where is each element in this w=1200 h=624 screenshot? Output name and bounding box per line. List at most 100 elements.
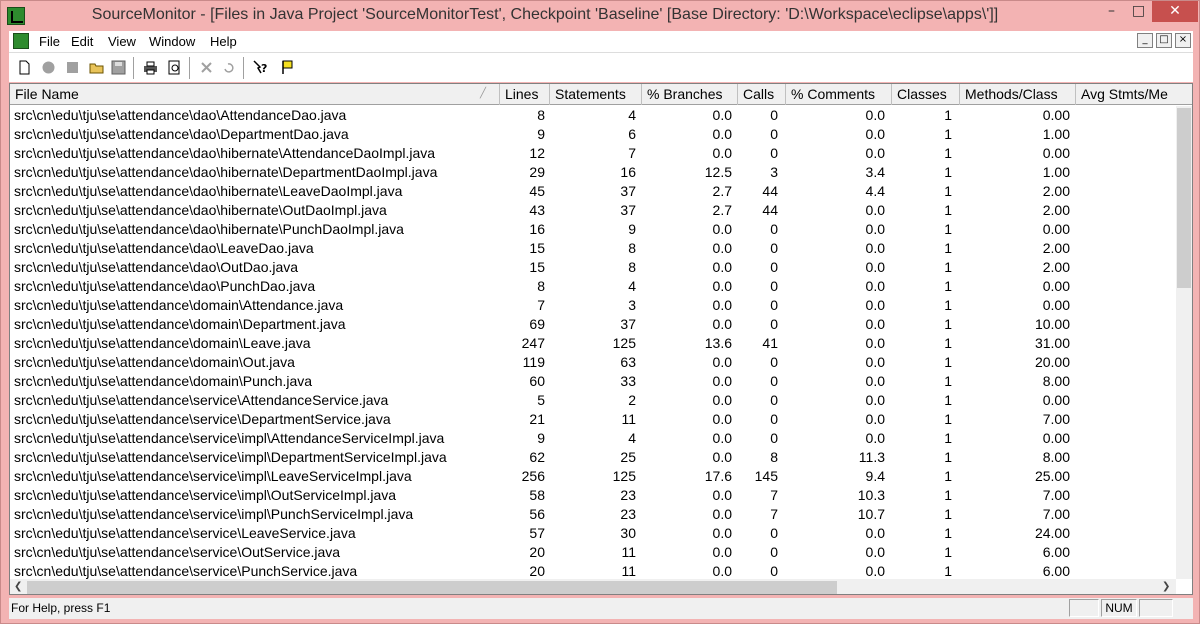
child-restore-button[interactable]: □: [1156, 33, 1172, 48]
cell-lines: 247: [521, 335, 545, 351]
table-row[interactable]: src\cn\edu\tju\se\attendance\service\Dep…: [10, 410, 1176, 429]
table-row[interactable]: src\cn\edu\tju\se\attendance\dao\OutDao.…: [10, 258, 1176, 277]
close-button[interactable]: ✕: [1152, 1, 1198, 22]
column-header-file-name[interactable]: File Name: [10, 84, 500, 105]
status-help-text: For Help, press F1: [11, 601, 111, 615]
context-help-button[interactable]: ?: [249, 56, 271, 78]
table-row[interactable]: src\cn\edu\tju\se\attendance\service\imp…: [10, 467, 1176, 486]
flag-button[interactable]: [275, 56, 297, 78]
column-header-avg-stmts[interactable]: Avg Stmts/Me: [1076, 84, 1192, 105]
cell-calls: 7: [770, 487, 778, 503]
table-row[interactable]: src\cn\edu\tju\se\attendance\dao\LeaveDa…: [10, 239, 1176, 258]
cell-lines: 5: [537, 392, 545, 408]
table-row[interactable]: src\cn\edu\tju\se\attendance\service\Att…: [10, 391, 1176, 410]
table-row[interactable]: src\cn\edu\tju\se\attendance\domain\Atte…: [10, 296, 1176, 315]
table-row[interactable]: src\cn\edu\tju\se\attendance\domain\Leav…: [10, 334, 1176, 353]
table-row[interactable]: src\cn\edu\tju\se\attendance\dao\hiberna…: [10, 163, 1176, 182]
menu-edit[interactable]: Edit: [71, 34, 93, 49]
horizontal-scroll-thumb[interactable]: [27, 581, 837, 594]
cell-file-name: src\cn\edu\tju\se\attendance\dao\PunchDa…: [14, 278, 316, 294]
menu-help[interactable]: Help: [210, 34, 237, 49]
child-minimize-button[interactable]: _: [1137, 33, 1153, 48]
sourcemonitor-app-icon[interactable]: [7, 7, 25, 25]
cell-methods-per-class: 25.00: [1034, 468, 1070, 484]
table-row[interactable]: src\cn\edu\tju\se\attendance\service\Out…: [10, 543, 1176, 562]
column-header-comments[interactable]: % Comments: [786, 84, 892, 105]
cell-lines: 62: [529, 449, 545, 465]
cell-file-name: src\cn\edu\tju\se\attendance\domain\Punc…: [14, 373, 313, 389]
table-row[interactable]: src\cn\edu\tju\se\attendance\dao\hiberna…: [10, 201, 1186, 220]
cell-avg-stmts: [1076, 277, 1186, 296]
scroll-right-arrow-icon[interactable]: ❯: [1162, 581, 1170, 592]
save-button[interactable]: [107, 56, 129, 78]
cell-comments: 0.0: [865, 335, 885, 351]
cell-methods-per-class: 8.00: [1042, 373, 1070, 389]
record-button[interactable]: [37, 56, 59, 78]
horizontal-scrollbar[interactable]: ❮ ❯: [10, 579, 1176, 594]
table-row[interactable]: src\cn\edu\tju\se\attendance\dao\hiberna…: [10, 220, 1176, 239]
new-button[interactable]: [13, 56, 35, 78]
maximize-button[interactable]: □: [1125, 1, 1152, 22]
cell-methods-per-class: 2.00: [1042, 202, 1070, 218]
column-header-branches[interactable]: % Branches: [642, 84, 738, 105]
table-row[interactable]: src\cn\edu\tju\se\attendance\service\imp…: [10, 486, 1176, 505]
cell-classes: 1: [944, 145, 952, 161]
cell-methods-per-class: 7.00: [1042, 487, 1070, 503]
table-row[interactable]: src\cn\edu\tju\se\attendance\dao\PunchDa…: [10, 277, 1176, 296]
cell-calls: 145: [754, 468, 778, 484]
cell-methods-per-class: 7.00: [1042, 506, 1070, 522]
scroll-left-arrow-icon[interactable]: ❮: [14, 581, 22, 592]
column-header-lines[interactable]: Lines: [500, 84, 550, 105]
cell-branches: 0.0: [712, 278, 732, 294]
cell-comments: 0.0: [865, 316, 885, 332]
column-header-methods-per-class[interactable]: Methods/Class: [960, 84, 1076, 105]
vertical-scrollbar[interactable]: [1176, 106, 1192, 579]
stop-button[interactable]: [61, 56, 83, 78]
child-close-button[interactable]: ×: [1175, 33, 1191, 48]
menu-view[interactable]: View: [108, 34, 136, 49]
document-icon[interactable]: [13, 33, 29, 49]
cell-methods-per-class: 31.00: [1034, 335, 1070, 351]
cell-statements: 30: [620, 525, 636, 541]
table-row[interactable]: src\cn\edu\tju\se\attendance\domain\Punc…: [10, 372, 1176, 391]
cell-lines: 119: [522, 354, 545, 370]
table-row[interactable]: src\cn\edu\tju\se\attendance\domain\Depa…: [10, 315, 1176, 334]
table-row[interactable]: src\cn\edu\tju\se\attendance\service\imp…: [10, 448, 1176, 467]
cell-lines: 69: [529, 316, 545, 332]
cell-lines: 15: [529, 259, 545, 275]
cell-branches: 2.7: [712, 202, 732, 218]
open-button[interactable]: [85, 56, 107, 78]
table-row[interactable]: src\cn\edu\tju\se\attendance\dao\hiberna…: [10, 182, 1186, 201]
table-row[interactable]: src\cn\edu\tju\se\attendance\domain\Out.…: [10, 353, 1176, 372]
table-row[interactable]: src\cn\edu\tju\se\attendance\dao\Departm…: [10, 125, 1176, 144]
cell-avg-stmts: [1076, 258, 1186, 277]
vertical-scroll-thumb[interactable]: [1177, 108, 1191, 288]
cell-comments: 0.0: [865, 259, 885, 275]
menu-bar: File Edit View Window Help _ □ ×: [9, 31, 1193, 52]
table-row[interactable]: src\cn\edu\tju\se\attendance\service\imp…: [10, 429, 1176, 448]
cell-methods-per-class: 0.00: [1042, 107, 1070, 123]
print-button[interactable]: [139, 56, 161, 78]
cell-lines: 29: [529, 164, 545, 180]
file-metrics-table[interactable]: File Name ╱ Lines Statements % Branches …: [9, 83, 1193, 595]
cell-file-name: src\cn\edu\tju\se\attendance\dao\OutDao.…: [14, 259, 299, 275]
table-header: File Name ╱ Lines Statements % Branches …: [10, 84, 1192, 105]
minimize-button[interactable]: –: [1098, 1, 1125, 22]
menu-window[interactable]: Window: [149, 34, 195, 49]
title-bar[interactable]: SourceMonitor - [Files in Java Project '…: [1, 1, 1199, 31]
stop-icon: [67, 62, 78, 73]
cell-calls: 7: [770, 506, 778, 522]
cancel-button[interactable]: [195, 56, 217, 78]
column-header-statements[interactable]: Statements: [550, 84, 642, 105]
table-row[interactable]: src\cn\edu\tju\se\attendance\dao\Attenda…: [10, 106, 1176, 125]
table-row[interactable]: src\cn\edu\tju\se\attendance\service\Lea…: [10, 524, 1176, 543]
cell-lines: 45: [529, 183, 545, 199]
table-row[interactable]: src\cn\edu\tju\se\attendance\service\imp…: [10, 505, 1176, 524]
cell-comments: 0.0: [865, 525, 885, 541]
table-row[interactable]: src\cn\edu\tju\se\attendance\dao\hiberna…: [10, 144, 1176, 163]
menu-file[interactable]: File: [39, 34, 60, 49]
column-header-calls[interactable]: Calls: [738, 84, 786, 105]
print-preview-button[interactable]: [163, 56, 185, 78]
column-header-classes[interactable]: Classes: [892, 84, 960, 105]
undo-button[interactable]: [217, 56, 239, 78]
